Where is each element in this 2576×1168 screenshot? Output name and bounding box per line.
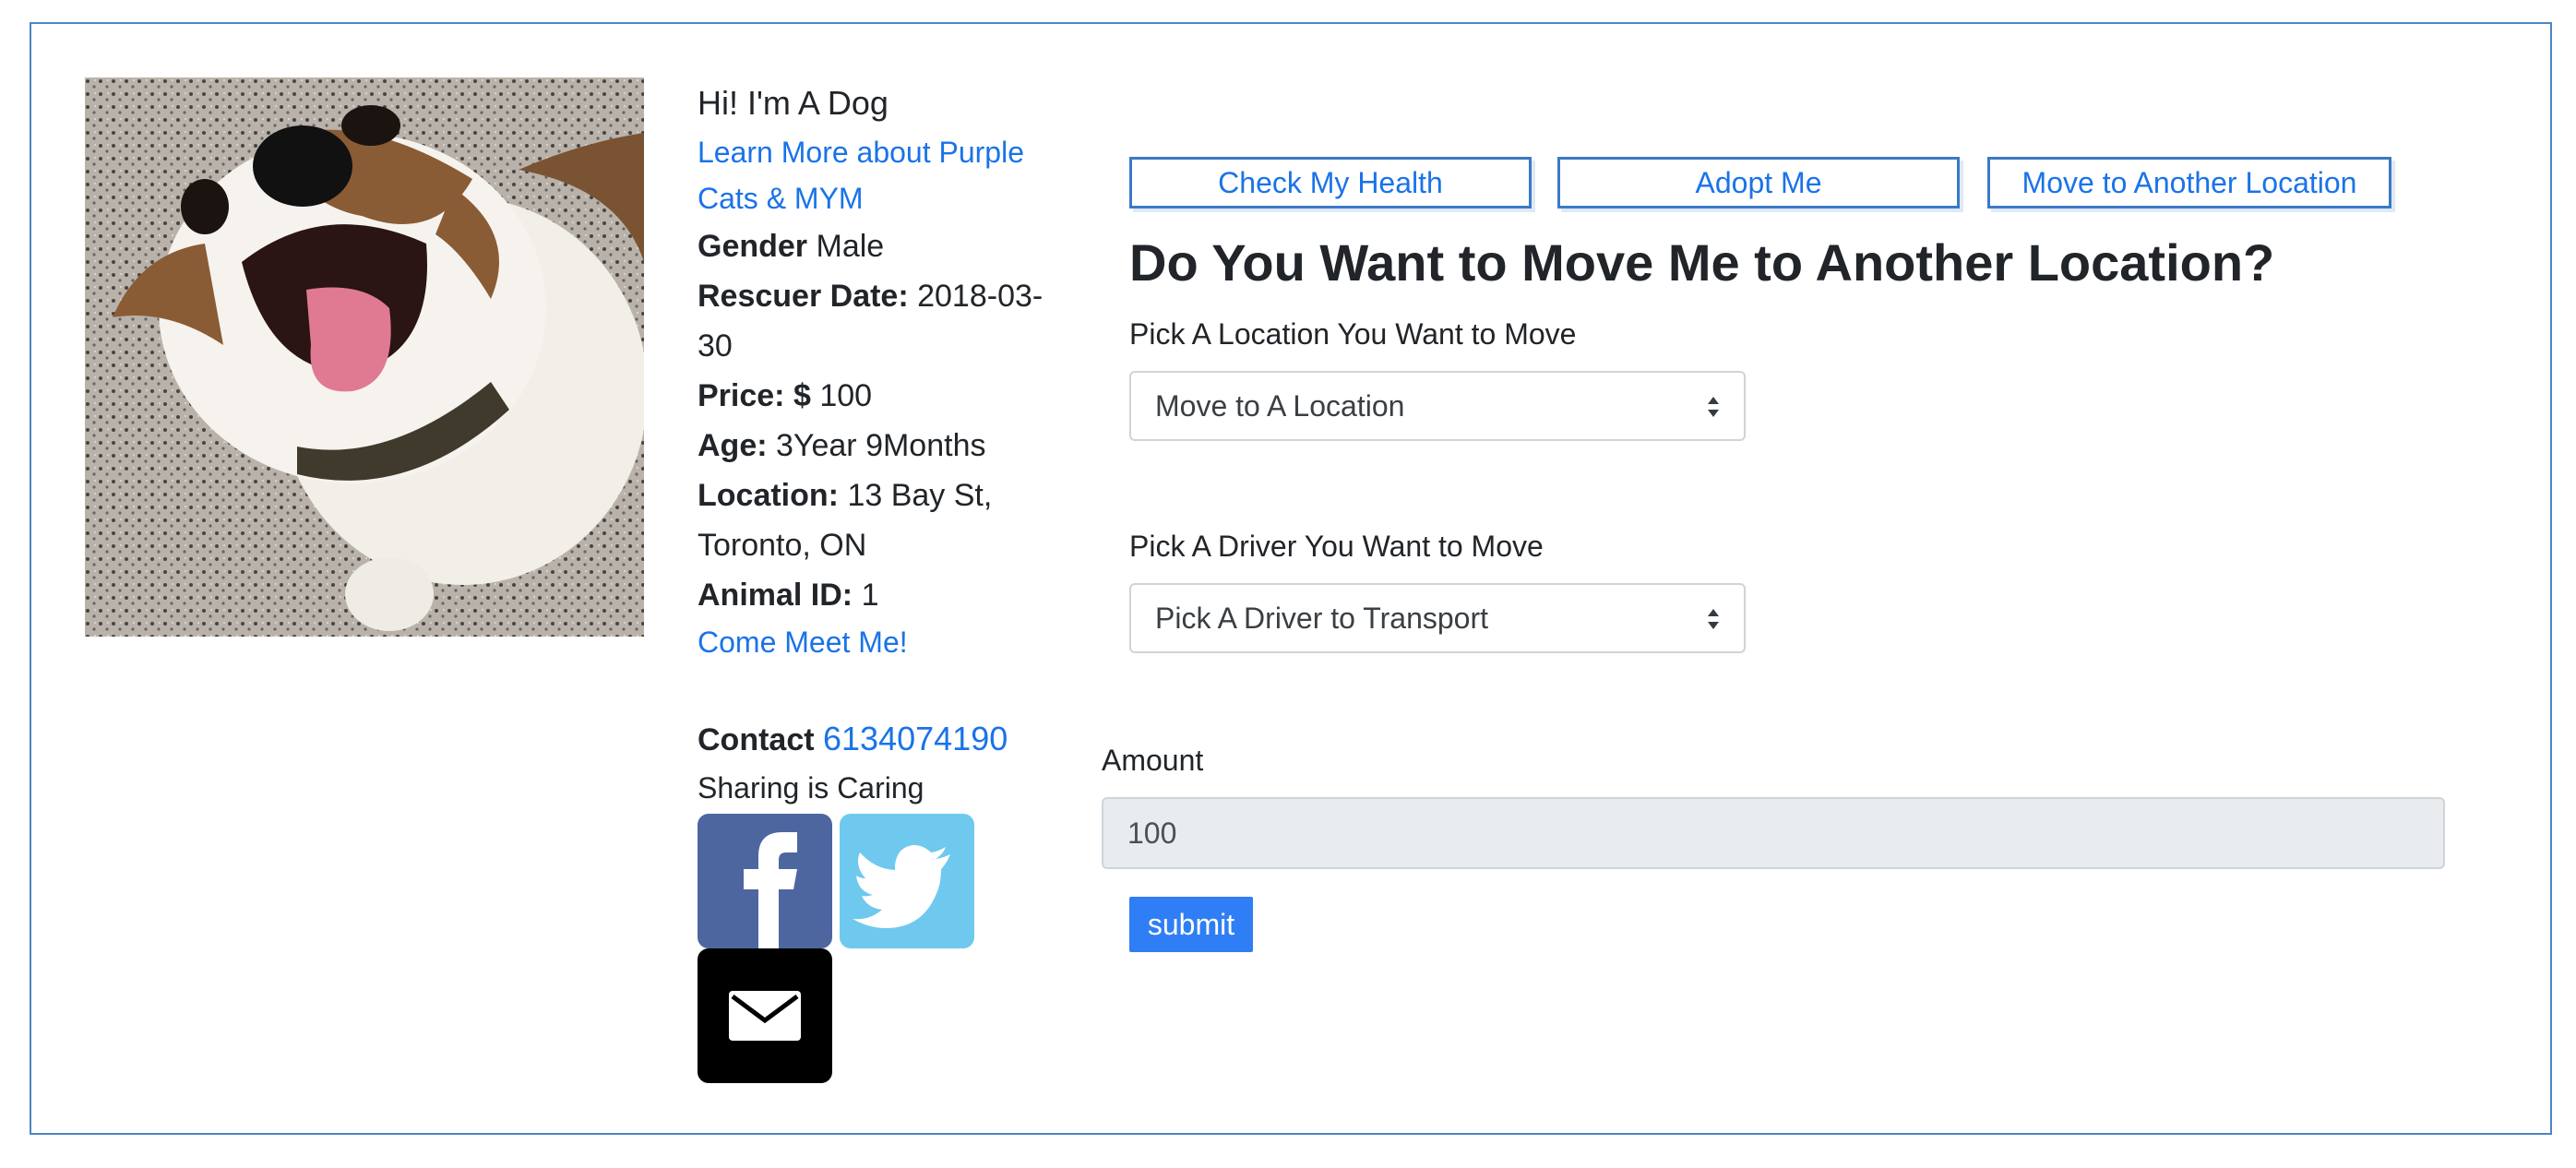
location-select[interactable]: Move to A Location (1129, 371, 1746, 441)
amount-label: Amount (1102, 744, 1204, 777)
mail-icon (729, 991, 801, 1041)
form-heading: Do You Want to Move Me to Another Locati… (1129, 233, 2275, 292)
animal-id-label: Animal ID: (698, 578, 853, 613)
pet-info: Hi! I'm A Dog Learn More about Purple Ca… (698, 77, 1067, 664)
come-meet-me-link[interactable]: Come Meet Me! (698, 620, 1067, 664)
twitter-share-button[interactable] (840, 814, 974, 948)
contact-row: Contact 6134074190 (698, 720, 1008, 758)
price-label: Price: $ (698, 378, 811, 413)
age-row: Age: 3Year 9Months (698, 421, 1067, 471)
age-label: Age: (698, 428, 768, 463)
location-select-value: Move to A Location (1155, 388, 1405, 423)
twitter-icon (853, 845, 950, 928)
email-share-button[interactable] (698, 948, 832, 1083)
contact-phone-link[interactable]: 6134074190 (823, 720, 1008, 757)
age-value: 3Year 9Months (776, 428, 986, 463)
gender-row: Gender Male (698, 221, 1067, 271)
animal-id-row: Animal ID: 1 (698, 570, 1067, 620)
move-location-button[interactable]: Move to Another Location (1987, 157, 2391, 209)
learn-more-link[interactable]: Learn More about Purple Cats & MYM (698, 129, 1067, 221)
sharing-text: Sharing is Caring (698, 771, 924, 804)
rescuer-date-label: Rescuer Date: (698, 279, 909, 314)
location-row: Location: 13 Bay St, Toronto, ON (698, 471, 1067, 570)
gender-label: Gender (698, 229, 808, 264)
pet-greeting: Hi! I'm A Dog (698, 84, 888, 122)
gender-value: Male (816, 229, 885, 264)
location-select-label: Pick A Location You Want to Move (1129, 317, 1577, 351)
driver-select-label: Pick A Driver You Want to Move (1129, 530, 1544, 563)
driver-select-value: Pick A Driver to Transport (1155, 601, 1489, 635)
adopt-me-button[interactable]: Adopt Me (1557, 157, 1960, 209)
driver-select[interactable]: Pick A Driver to Transport (1129, 583, 1746, 653)
select-arrows-icon (1708, 397, 1719, 417)
facebook-share-button[interactable] (698, 814, 832, 948)
contact-label: Contact (698, 722, 815, 757)
price-value: 100 (819, 378, 873, 413)
pet-photo (85, 77, 644, 637)
amount-value: 100 (1127, 816, 1177, 850)
check-health-button[interactable]: Check My Health (1129, 157, 1532, 209)
rescuer-date-row: Rescuer Date: 2018-03-30 (698, 271, 1067, 371)
amount-input[interactable]: 100 (1102, 797, 2445, 869)
facebook-icon (744, 832, 797, 948)
select-arrows-icon (1708, 609, 1719, 629)
submit-button[interactable]: submit (1129, 897, 1253, 952)
animal-id-value: 1 (861, 578, 879, 613)
location-label: Location: (698, 478, 839, 513)
price-row: Price: $ 100 (698, 371, 1067, 421)
